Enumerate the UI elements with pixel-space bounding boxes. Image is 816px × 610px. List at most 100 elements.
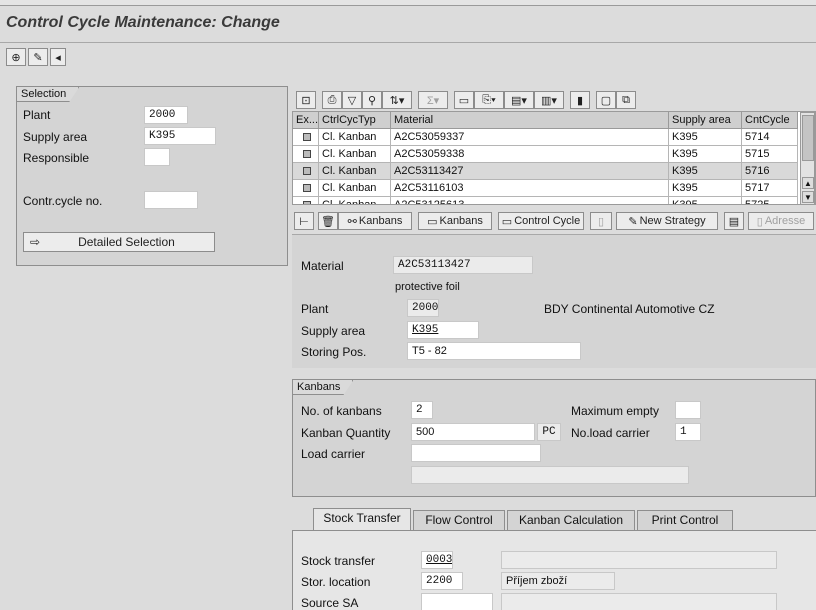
grid-layout-button[interactable]: ▤▾ [504, 91, 534, 109]
back-button[interactable]: ◂ [50, 48, 66, 66]
row-selector[interactable] [293, 146, 319, 163]
sum-icon: Σ▾ [426, 94, 440, 107]
notes-icon: ▤ [728, 215, 740, 228]
toggle-detail-button[interactable]: ⊢ [294, 212, 314, 230]
load-carrier-input[interactable] [411, 444, 541, 462]
num-kanbans-input[interactable]: 2 [411, 401, 433, 419]
tab-flow-control[interactable]: Flow Control [413, 510, 505, 530]
grid-scrollbar[interactable]: ▲ ▼ [800, 112, 815, 204]
cell-cycle: 5715 [742, 146, 798, 163]
columns-icon: ▥▾ [541, 94, 557, 107]
contr-cycle-input[interactable] [144, 191, 198, 209]
table-row[interactable]: Cl. Kanban A2C53059337 K395 5714 [293, 129, 798, 146]
grid-filter-button[interactable]: ▽ [342, 91, 362, 109]
col-header-supply-area[interactable]: Supply area [669, 112, 742, 129]
table-row-partial[interactable]: Cl. Kanban A2C53125613 K395 5725 [293, 197, 798, 204]
responsible-input[interactable] [144, 148, 170, 166]
details-icon: ⊡ [301, 94, 311, 107]
stock-transfer-input[interactable]: 0003 [421, 551, 453, 569]
stor-location-label: Stor. location [301, 575, 371, 589]
delete-button[interactable]: 🗑 [318, 212, 338, 230]
cell-supply-area: K395 [669, 197, 742, 204]
plant-input[interactable]: 2000 [144, 106, 188, 124]
supply-area-label-header: Supply area [301, 324, 366, 338]
kanban-qty-input[interactable]: 500 [411, 423, 535, 441]
storing-pos-field[interactable]: T5 - 82 [407, 342, 581, 360]
detail-toolbar: ⊢ 🗑 ⚯ Kanbans ▭ Kanbans ▭ Control Cycle ▯ ✎… [292, 210, 816, 232]
cell-material: A2C53059337 [391, 129, 669, 146]
cell-supply-area: K395 [669, 180, 742, 197]
row-selector[interactable] [293, 197, 319, 204]
control-cycle-grid: Ex... CtrlCycTyp Material Supply area Cn… [292, 111, 816, 205]
stor-location-input[interactable]: 2200 [421, 572, 463, 590]
board-icon: ▭ [427, 215, 438, 228]
plant-label: Plant [23, 108, 51, 122]
detailed-selection-button[interactable]: ⇨ Detailed Selection [23, 232, 215, 252]
control-cycle-icon: ▭ [501, 215, 513, 228]
max-empty-label: Maximum empty [571, 404, 660, 418]
col-header-material[interactable]: Material [391, 112, 669, 129]
grid-find-button[interactable]: ⚲ [362, 91, 382, 109]
grid-sum-button[interactable]: Σ▾ [418, 91, 448, 109]
tab-print-control[interactable]: Print Control [637, 510, 733, 530]
title-divider [0, 42, 816, 43]
source-sa-input[interactable] [421, 593, 493, 610]
kanbans-button-label: Kanbans [439, 215, 483, 227]
row-selector[interactable] [293, 180, 319, 197]
kanbans-link-button[interactable]: ⚯ Kanbans [338, 212, 412, 230]
material-field[interactable]: A2C53113427 [393, 256, 533, 274]
kanban-qty-unit[interactable]: PC [537, 423, 561, 441]
new-strategy-button[interactable]: ✎ New Strategy [616, 212, 718, 230]
col-header-type[interactable]: CtrlCycTyp [319, 112, 391, 129]
col-header-cntcycle[interactable]: CntCycle [742, 112, 798, 129]
cell-material: A2C53125613 [391, 197, 669, 204]
scroll-up-icon[interactable]: ▲ [802, 177, 814, 189]
execute-button[interactable]: ⊕ [6, 48, 26, 66]
cell-cycle: 5725 [742, 197, 798, 204]
tab-kanban-calculation[interactable]: Kanban Calculation [507, 510, 635, 530]
table-row-selected[interactable]: Cl. Kanban A2C53113427 K395 5716 [293, 163, 798, 180]
max-empty-input[interactable] [675, 401, 701, 419]
tab-stock-transfer[interactable]: Stock Transfer [313, 508, 411, 530]
disabled-tool-button[interactable]: ▯ [590, 212, 612, 230]
load-carrier-no-input[interactable]: 1 [675, 423, 701, 441]
notes-button[interactable]: ▤ [724, 212, 744, 230]
cell-material: A2C53116103 [391, 180, 669, 197]
cell-material: A2C53059338 [391, 146, 669, 163]
detailed-selection-label: Detailed Selection [78, 235, 175, 249]
supply-area-field-header[interactable]: K395 [407, 321, 479, 339]
grid-new-button[interactable]: ▢ [596, 91, 616, 109]
grid-columns-button[interactable]: ▥▾ [534, 91, 564, 109]
find-icon: ⚲ [367, 94, 377, 107]
plant-field-header[interactable]: 2000 [407, 299, 439, 317]
table-row[interactable]: Cl. Kanban A2C53116103 K395 5717 [293, 180, 798, 197]
grid-details-button[interactable]: ⊡ [296, 91, 316, 109]
grid-export-button[interactable]: ⎘▾ [474, 91, 504, 109]
grid-copy-button[interactable]: ⧉ [616, 91, 636, 109]
cell-type: Cl. Kanban [319, 197, 391, 204]
adresse-label: Adresse [764, 215, 806, 227]
new-strategy-label: New Strategy [639, 215, 706, 227]
grid-view-button[interactable]: ▭ [454, 91, 474, 109]
kanbans-link-label: Kanbans [358, 215, 403, 227]
grid-info-button[interactable]: ▮ [570, 91, 590, 109]
kanbans-button[interactable]: ▭ Kanbans [418, 212, 492, 230]
row-selector[interactable] [293, 129, 319, 146]
row-selector[interactable] [293, 163, 319, 180]
supply-area-input[interactable]: K395 [144, 127, 216, 145]
hierarchy-icon: ⊢ [299, 215, 309, 228]
material-description: protective foil [395, 281, 460, 293]
execute-icon: ⊕ [11, 51, 21, 64]
adresse-button[interactable]: ▯ Adresse [748, 212, 814, 230]
scroll-down-icon[interactable]: ▼ [802, 191, 814, 203]
row-selector-square [303, 184, 311, 192]
trash-icon: 🗑 [321, 215, 335, 228]
grid-toolbar: ⊡ ⎙ ▽ ⚲ ⇅▾ Σ▾ ▭ ⎘▾ ▤▾ ▥▾ ▮ ▢ ⧉ [296, 91, 816, 111]
table-row[interactable]: Cl. Kanban A2C53059338 K395 5715 [293, 146, 798, 163]
grid-print-button[interactable]: ⎙ [322, 91, 342, 109]
control-cycle-button[interactable]: ▭ Control Cycle [498, 212, 584, 230]
grid-sort-button[interactable]: ⇅▾ [382, 91, 412, 109]
other-object-button[interactable]: ✎ [28, 48, 48, 66]
grid-scroll-thumb[interactable] [802, 115, 814, 161]
col-header-ex[interactable]: Ex... [293, 112, 319, 129]
